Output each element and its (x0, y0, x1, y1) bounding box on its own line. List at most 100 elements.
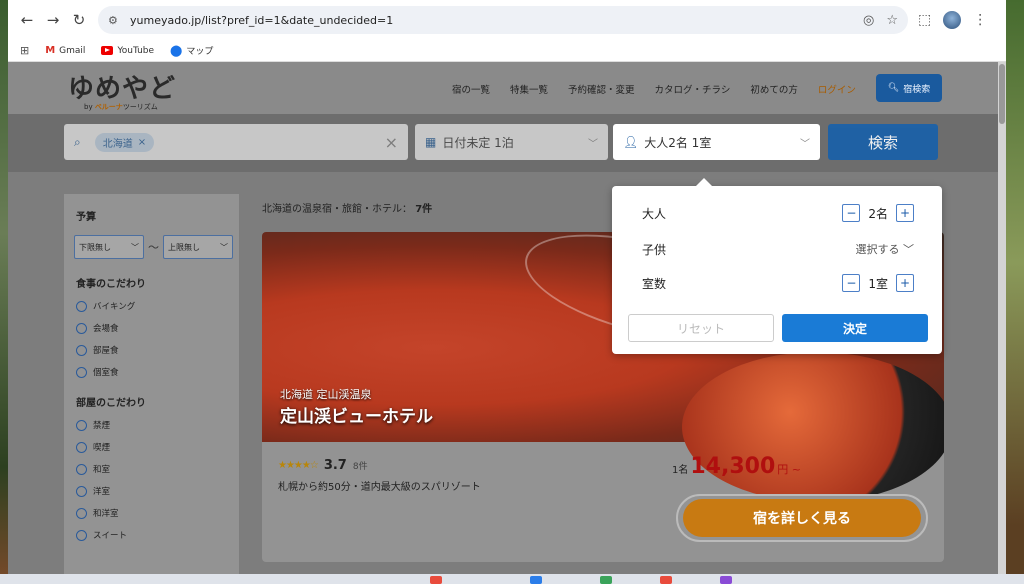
checkbox-circle[interactable] (76, 344, 87, 356)
bookmarks-bar: ⊞ M Gmail YouTube ⬤ マップ (8, 40, 1006, 62)
eye-off-icon[interactable]: ◎ (863, 13, 874, 28)
apps-grid-icon[interactable]: ⊞ (20, 44, 29, 57)
plus-button[interactable]: + (896, 274, 914, 292)
taskbar-app-icon[interactable] (530, 576, 542, 584)
checkbox-circle[interactable] (76, 507, 87, 519)
address-bar[interactable]: ⚙ yumeyado.jp/list?pref_id=1&date_undeci… (98, 6, 908, 34)
extensions-icon[interactable]: ⬚ (918, 12, 931, 28)
date-field[interactable]: ▦ 日付未定 1泊 ﹀ (415, 124, 608, 160)
rating: ★★★★☆ 3.7 8件 (278, 458, 368, 473)
desktop-wallpaper-right (1006, 0, 1024, 584)
calendar-icon: ▦ (425, 135, 437, 149)
hotel-name[interactable]: 定山渓ビューホテル (280, 402, 433, 427)
site-header: ゆめやど by ベルーナツーリズム 宿の一覧 特集一覧 予約確認・変更 カタログ… (8, 62, 998, 114)
hotel-area: 北海道 定山渓温泉 (280, 388, 372, 401)
checkbox-circle[interactable] (76, 463, 87, 475)
result-count: 北海道の温泉宿・旅館・ホテル： 7件 (262, 204, 433, 215)
bookmark-maps[interactable]: ⬤ マップ (170, 44, 213, 57)
search-bar: ⌕ 北海道 × × ▦ 日付未定 1泊 ﹀ 👤︎ 大人2名 1室 ﹀ 検索 (8, 114, 998, 172)
chevron-down-icon: ﹀ (588, 138, 598, 150)
adults-stepper: − 2名 + (842, 204, 914, 222)
children-select[interactable]: 選択する ﹀ (856, 241, 915, 257)
maps-pin-icon: ⬤ (170, 44, 183, 57)
checkbox-circle[interactable] (76, 300, 87, 312)
profile-avatar[interactable] (943, 11, 962, 29)
menu-icon[interactable]: ⋮ (973, 12, 987, 28)
nav-login[interactable]: ログイン (818, 82, 856, 96)
guest-popup: 大人 − 2名 + 子供 選択する ﹀ 室数 − 1室 + リセット 決定 (612, 178, 942, 354)
desktop-wallpaper-left (0, 0, 8, 584)
room-option[interactable]: 和洋室 (76, 507, 239, 519)
checkbox-circle[interactable] (76, 322, 87, 334)
chevron-down-icon: ﹀ (220, 242, 228, 252)
room-option[interactable]: 喫煙 (76, 441, 239, 453)
area-chip[interactable]: 北海道 × (94, 132, 155, 152)
page-content: ゆめやど by ベルーナツーリズム 宿の一覧 特集一覧 予約確認・変更 カタログ… (8, 62, 1006, 574)
search-icon: ⌕ (74, 134, 81, 149)
nav-features[interactable]: 特集一覧 (510, 82, 548, 96)
room-option[interactable]: 禁煙 (76, 419, 239, 431)
taskbar-app-icon[interactable] (660, 576, 672, 584)
gmail-icon: M (45, 45, 56, 56)
nav-first-time[interactable]: 初めての方 (750, 82, 798, 96)
back-icon[interactable]: ← (14, 7, 40, 33)
checkbox-circle[interactable] (76, 366, 87, 378)
site-logo[interactable]: ゆめやど (68, 68, 176, 105)
taskbar-app-icon[interactable] (720, 576, 732, 584)
scrollbar-thumb[interactable] (999, 64, 1005, 124)
results-main: 北海道の温泉宿・旅館・ホテル： 7件 北海道 定山渓温泉 定山渓ビューホテル ★… (262, 200, 944, 562)
chevron-down-icon: ﹀ (800, 138, 810, 150)
children-row: 子供 選択する ﹀ (642, 241, 915, 257)
bookmark-star-icon[interactable]: ☆ (886, 13, 898, 28)
header-search-button[interactable]: 🔍︎ 宿検索 (876, 74, 942, 102)
remove-chip-icon[interactable]: × (138, 137, 146, 148)
taskbar-app-icon[interactable] (600, 576, 612, 584)
search-button[interactable]: 検索 (828, 124, 938, 160)
plus-button[interactable]: + (896, 204, 914, 222)
meal-option[interactable]: 個室食 (76, 366, 239, 378)
hotel-description: 札幌から約50分・道内最大級のスパリゾート (278, 482, 481, 493)
review-count[interactable]: 8件 (353, 459, 368, 472)
meal-option[interactable]: 会場食 (76, 322, 239, 334)
guests-field[interactable]: 👤︎ 大人2名 1室 ﹀ (613, 124, 820, 160)
logo-subtitle: by ベルーナツーリズム (84, 103, 158, 111)
reset-button[interactable]: リセット (628, 314, 774, 342)
price-amount: 14,300 (690, 454, 776, 479)
room-option[interactable]: スイート (76, 529, 239, 541)
nav-reservation[interactable]: 予約確認・変更 (568, 82, 635, 96)
nav-catalog[interactable]: カタログ・チラシ (655, 82, 731, 96)
budget-max-select[interactable]: 上限無し ﹀ (163, 235, 233, 259)
bookmark-gmail[interactable]: M Gmail (45, 45, 85, 56)
nav-hotel-list[interactable]: 宿の一覧 (452, 82, 490, 96)
meal-option[interactable]: 部屋食 (76, 344, 239, 356)
room-option[interactable]: 和室 (76, 463, 239, 475)
person-icon: 👤︎ (623, 135, 639, 149)
taskbar-app-icon[interactable] (430, 576, 442, 584)
reload-icon[interactable]: ↻ (66, 7, 92, 33)
rating-score: 3.7 (323, 458, 347, 473)
clear-icon[interactable]: × (385, 133, 398, 152)
forward-icon[interactable]: → (40, 7, 66, 33)
view-details-button[interactable]: 宿を詳しく見る (676, 494, 928, 542)
minus-button[interactable]: − (842, 274, 861, 292)
area-field[interactable]: ⌕ 北海道 × × (64, 124, 408, 160)
confirm-button[interactable]: 決定 (782, 314, 928, 342)
checkbox-circle[interactable] (76, 441, 87, 453)
checkbox-circle[interactable] (76, 419, 87, 431)
rooms-stepper: − 1室 + (842, 274, 914, 292)
bookmark-youtube[interactable]: YouTube (101, 46, 154, 56)
site-info-icon[interactable]: ⚙ (108, 14, 124, 27)
star-rating-icon: ★★★★☆ (278, 460, 319, 471)
scrollbar[interactable] (998, 62, 1006, 574)
price: 1名 14,300 円 ~ (672, 454, 801, 479)
minus-button[interactable]: − (842, 204, 861, 222)
browser-toolbar: ← → ↻ ⚙ yumeyado.jp/list?pref_id=1&date_… (8, 0, 1006, 40)
checkbox-circle[interactable] (76, 485, 87, 497)
budget-min-select[interactable]: 下限無し ﹀ (74, 235, 144, 259)
youtube-icon (101, 46, 114, 55)
room-option[interactable]: 洋室 (76, 485, 239, 497)
url-text[interactable]: yumeyado.jp/list?pref_id=1&date_undecide… (130, 14, 851, 27)
meal-option[interactable]: バイキング (76, 300, 239, 312)
checkbox-circle[interactable] (76, 529, 87, 541)
adults-row: 大人 − 2名 + (642, 202, 914, 224)
